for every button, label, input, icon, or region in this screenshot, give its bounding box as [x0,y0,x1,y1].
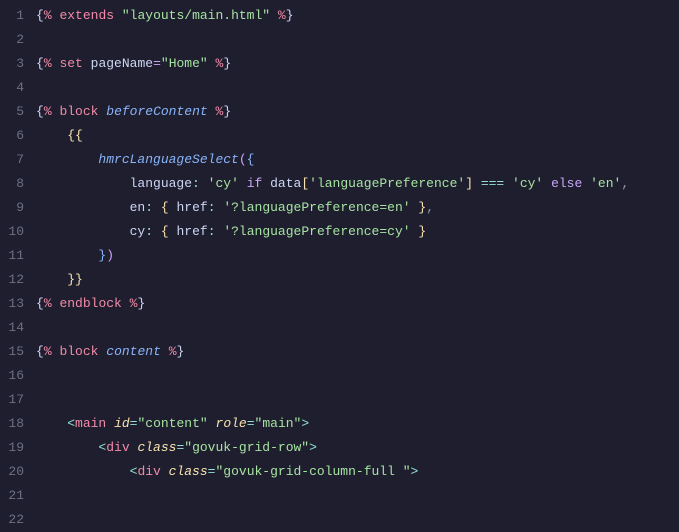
code-line[interactable]: {{ [36,124,679,148]
code-line[interactable]: {% block beforeContent %} [36,100,679,124]
code-line[interactable] [36,28,679,52]
line-number: 2 [0,28,24,52]
line-number: 7 [0,148,24,172]
code-line[interactable]: <div class="govuk-grid-column-full "> [36,460,679,484]
code-line[interactable]: }) [36,244,679,268]
code-line[interactable]: <div class="govuk-grid-row"> [36,436,679,460]
line-number: 17 [0,388,24,412]
line-number: 8 [0,172,24,196]
code-line[interactable] [36,388,679,412]
code-line[interactable]: cy: { href: '?languagePreference=cy' } [36,220,679,244]
line-number: 5 [0,100,24,124]
line-number: 19 [0,436,24,460]
line-number: 13 [0,292,24,316]
line-number: 12 [0,268,24,292]
line-number: 10 [0,220,24,244]
code-line[interactable]: {% block content %} [36,340,679,364]
code-editor[interactable]: 12345678910111213141516171819202122 {% e… [0,0,679,519]
line-number: 20 [0,460,24,484]
code-line[interactable]: {% extends "layouts/main.html" %} [36,4,679,28]
line-number: 15 [0,340,24,364]
code-line[interactable]: language: 'cy' if data['languagePreferen… [36,172,679,196]
code-line[interactable] [36,484,679,508]
line-number: 22 [0,508,24,532]
code-line[interactable]: }} [36,268,679,292]
code-line[interactable]: hmrcLanguageSelect({ [36,148,679,172]
line-number: 9 [0,196,24,220]
code-content[interactable]: {% extends "layouts/main.html" %} {% set … [36,0,679,519]
code-line[interactable] [36,508,679,532]
line-number: 11 [0,244,24,268]
code-line[interactable] [36,364,679,388]
line-number: 6 [0,124,24,148]
code-line[interactable]: <main id="content" role="main"> [36,412,679,436]
line-number: 14 [0,316,24,340]
line-number: 21 [0,484,24,508]
code-line[interactable]: en: { href: '?languagePreference=en' }, [36,196,679,220]
line-number: 16 [0,364,24,388]
line-number: 1 [0,4,24,28]
line-number-gutter: 12345678910111213141516171819202122 [0,0,36,519]
line-number: 4 [0,76,24,100]
code-line[interactable]: {% set pageName="Home" %} [36,52,679,76]
code-line[interactable] [36,76,679,100]
line-number: 18 [0,412,24,436]
code-line[interactable]: {% endblock %} [36,292,679,316]
code-line[interactable] [36,316,679,340]
line-number: 3 [0,52,24,76]
